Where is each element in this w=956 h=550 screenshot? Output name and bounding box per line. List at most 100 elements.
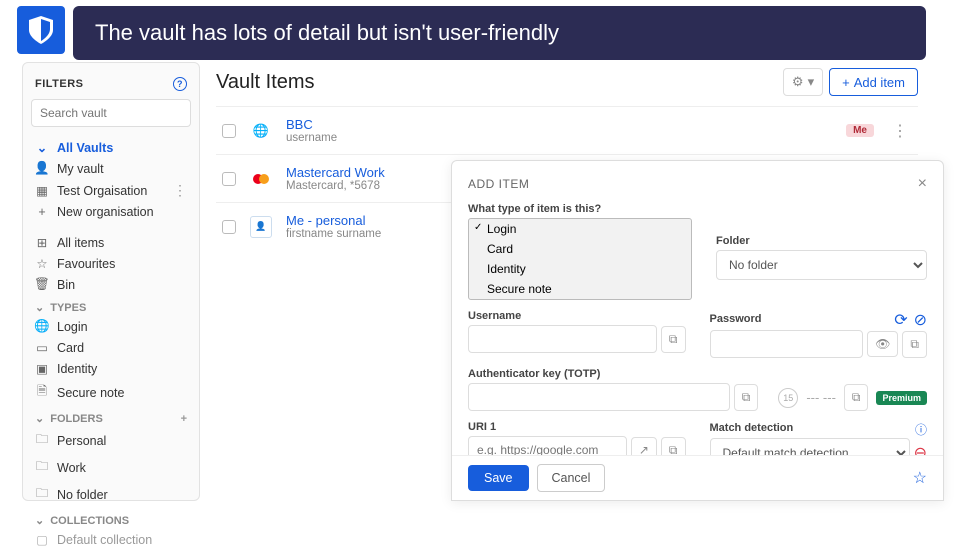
sidebar-all-items[interactable]: ⊞ All items <box>23 232 199 253</box>
filters-title: FILTERS <box>35 78 84 90</box>
premium-badge: Premium <box>876 391 927 405</box>
sidebar-folder-nofolder[interactable]: 🗀No folder <box>23 481 199 508</box>
more-icon[interactable]: ⋮ <box>173 182 187 199</box>
sidebar: FILTERS ? ⌄ All Vaults 👤My vault ▦Test O… <box>22 62 200 501</box>
folders-header[interactable]: ⌄ FOLDERS + <box>23 406 199 427</box>
search-input[interactable] <box>31 99 191 127</box>
sidebar-bin[interactable]: 🗑 Bin <box>23 274 199 295</box>
add-folder-icon[interactable]: + <box>181 413 187 425</box>
password-label: Password <box>710 313 762 325</box>
types-header[interactable]: ⌄TYPES <box>23 295 199 316</box>
collections-header[interactable]: ⌄COLLECTIONS <box>23 508 199 529</box>
annotation-banner: The vault has lots of detail but isn't u… <box>73 6 926 60</box>
sidebar-item-label: All items <box>57 236 104 250</box>
refresh-icon[interactable]: ⟳ <box>894 310 907 330</box>
sidebar-item-label: New organisation <box>57 205 154 219</box>
eye-icon[interactable]: 👁 <box>867 331 898 357</box>
help-icon[interactable]: ? <box>173 77 187 91</box>
copy-icon[interactable]: ⧉ <box>734 384 759 411</box>
checkbox[interactable] <box>222 172 236 186</box>
sidebar-item-label: Work <box>57 461 86 475</box>
sidebar-my-vault[interactable]: 👤My vault <box>23 158 199 179</box>
password-input[interactable] <box>710 330 864 358</box>
sidebar-item-label: Login <box>57 320 88 334</box>
folder-label: Folder <box>716 235 927 247</box>
sidebar-item-label: Bin <box>57 278 75 292</box>
match-label: Match detection <box>710 422 794 434</box>
sidebar-type-card[interactable]: ▭Card <box>23 337 199 358</box>
grid-icon: ⊞ <box>35 235 49 250</box>
option-login[interactable]: Login <box>469 219 691 239</box>
sidebar-type-note[interactable]: 🗎 Secure note <box>23 379 199 406</box>
totp-timer: 15 <box>778 388 798 408</box>
mastercard-icon <box>250 168 272 190</box>
vault-item-row[interactable]: 🌐 BBC username Me ⋮ <box>216 106 918 154</box>
sidebar-folder-work[interactable]: 🗀 Work <box>23 454 199 481</box>
totp-input[interactable] <box>468 383 730 411</box>
card-icon: ▭ <box>35 340 49 355</box>
uri-label: URI 1 <box>468 421 686 433</box>
sidebar-item-label: Personal <box>57 434 106 448</box>
copy-icon[interactable]: ⧉ <box>661 326 686 353</box>
sidebar-all-vaults[interactable]: ⌄ All Vaults <box>23 137 199 158</box>
add-item-button[interactable]: + Add item <box>829 68 918 96</box>
save-button[interactable]: Save <box>468 465 529 491</box>
totp-dashes: --- --- <box>806 390 836 405</box>
banner-text: The vault has lots of detail but isn't u… <box>95 20 559 45</box>
sidebar-item-label: Secure note <box>57 386 124 400</box>
chevron-down-icon: ⌄ <box>35 413 44 425</box>
add-item-modal: ADD ITEM × What type of item is this? Lo… <box>451 160 944 501</box>
gear-icon: ⚙ <box>792 74 804 90</box>
sidebar-favourites[interactable]: ☆Favourites <box>23 253 199 274</box>
type-select[interactable]: Login Card Identity Secure note <box>468 218 692 300</box>
option-card[interactable]: Card <box>469 239 691 259</box>
note-icon: 🗎 <box>35 382 49 403</box>
favourite-icon[interactable]: ☆ <box>913 468 927 488</box>
item-sub: username <box>286 132 832 144</box>
close-icon[interactable]: × <box>918 175 927 193</box>
sidebar-test-org[interactable]: ▦Test Orgaisation⋮ <box>23 179 199 202</box>
sidebar-item-label: Default collection <box>57 533 152 547</box>
group-label: FOLDERS <box>50 413 103 425</box>
user-icon: 👤 <box>35 161 49 176</box>
sidebar-item-label: All Vaults <box>57 141 113 155</box>
checkbox[interactable] <box>222 220 236 234</box>
chevron-down-icon: ⌄ <box>35 302 44 314</box>
gear-button[interactable]: ⚙▾ <box>783 68 823 96</box>
type-label: What type of item is this? <box>468 203 692 215</box>
cancel-button[interactable]: Cancel <box>537 464 606 492</box>
checkbox[interactable] <box>222 124 236 138</box>
owner-badge: Me <box>846 124 874 137</box>
check-icon[interactable]: ⊘ <box>914 310 927 330</box>
chevron-down-icon: ⌄ <box>35 140 49 155</box>
sidebar-item-label: Identity <box>57 362 97 376</box>
button-label: Add item <box>854 75 905 90</box>
page-title: Vault Items <box>216 71 315 94</box>
sidebar-type-identity[interactable]: ▣Identity <box>23 358 199 379</box>
sidebar-collection-default[interactable]: ▢ Default collection <box>23 529 199 550</box>
folder-select[interactable]: No folder <box>716 250 927 280</box>
plus-icon: + <box>35 205 49 219</box>
info-icon[interactable]: ⓘ <box>915 421 927 438</box>
trash-icon: 🗑 <box>35 277 49 292</box>
sidebar-folder-personal[interactable]: 🗀Personal <box>23 427 199 454</box>
copy-icon[interactable]: ⧉ <box>902 331 927 358</box>
item-name[interactable]: BBC <box>286 117 832 132</box>
username-input[interactable] <box>468 325 657 353</box>
folder-icon: 🗀 <box>35 484 49 505</box>
modal-title: ADD ITEM <box>468 177 529 191</box>
plus-icon: + <box>842 75 850 90</box>
copy-icon[interactable]: ⧉ <box>844 384 869 411</box>
group-label: COLLECTIONS <box>50 515 129 527</box>
globe-icon: 🌐 <box>250 120 272 142</box>
option-secure-note[interactable]: Secure note <box>469 279 691 299</box>
cube-icon: ▢ <box>35 532 49 547</box>
chevron-down-icon: ▾ <box>808 74 815 90</box>
star-icon: ☆ <box>35 256 49 271</box>
more-icon[interactable]: ⋮ <box>888 121 912 141</box>
option-identity[interactable]: Identity <box>469 259 691 279</box>
folder-icon: 🗀 <box>35 457 49 478</box>
sidebar-type-login[interactable]: 🌐Login <box>23 316 199 337</box>
sidebar-new-org[interactable]: + New organisation <box>23 202 199 222</box>
shield-icon <box>29 16 53 44</box>
